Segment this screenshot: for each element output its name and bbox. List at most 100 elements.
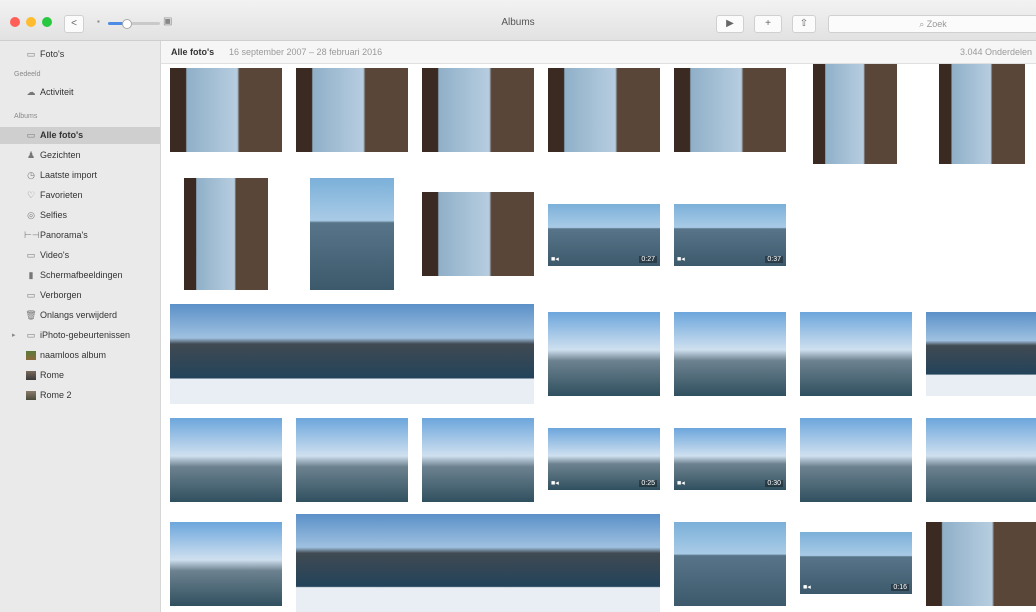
photo-thumbnail[interactable]	[674, 312, 786, 396]
video-duration: 0:16	[891, 584, 909, 591]
sidebar-item-label: Panorama's	[40, 230, 88, 240]
sidebar-item-videos[interactable]: ▭ Video's	[0, 247, 160, 264]
page-title: Alle foto's	[171, 47, 215, 57]
search-field[interactable]: ⌕ Zoek	[828, 15, 1036, 33]
play-icon: ▶	[726, 18, 734, 29]
sidebar: ▭ Foto's Gedeeld ☁ Activiteit Albums ▭ A…	[0, 41, 161, 612]
search-placeholder: Zoek	[926, 19, 947, 29]
sidebar-item-label: naamloos album	[40, 350, 107, 360]
video-thumbnail[interactable]: ■◂ 0:25	[548, 428, 660, 490]
sidebar-item-label: Laatste import	[40, 170, 98, 180]
photo-thumbnail[interactable]	[422, 68, 534, 152]
video-camera-icon: ■◂	[551, 256, 559, 263]
panorama-thumbnail[interactable]	[170, 304, 534, 404]
add-button[interactable]: +	[754, 15, 782, 33]
photo-thumbnail[interactable]	[813, 64, 897, 164]
folder-icon: ▭	[26, 330, 36, 340]
video-thumbnail[interactable]: ■◂ 0:27	[548, 204, 660, 266]
trash-icon: 🗑	[25, 310, 37, 320]
photo-thumbnail[interactable]	[170, 418, 282, 502]
video-thumbnail[interactable]: ■◂ 0:16	[800, 532, 912, 594]
photo-thumbnail[interactable]	[674, 522, 786, 606]
photo-thumbnail[interactable]	[296, 68, 408, 152]
sidebar-item-faces[interactable]: ♟ Gezichten	[0, 147, 160, 164]
photo-thumbnail[interactable]	[800, 312, 912, 396]
photo-thumbnail[interactable]	[926, 312, 1036, 396]
photo-thumbnail[interactable]	[800, 418, 912, 502]
photo-thumbnail[interactable]	[548, 68, 660, 152]
sidebar-item-rome[interactable]: Rome	[0, 367, 160, 384]
photo-thumbnail[interactable]	[939, 64, 1025, 164]
section-header-shared: Gedeeld	[14, 71, 41, 78]
photos-icon: ▭	[26, 49, 36, 59]
disclosure-triangle-icon[interactable]: ▸	[12, 327, 16, 344]
sidebar-item-label: Rome	[40, 370, 65, 380]
sidebar-item-label: Onlangs verwijderd	[40, 310, 118, 320]
photo-thumbnail[interactable]	[184, 178, 268, 290]
photos-icon: ▭	[26, 130, 36, 140]
sidebar-item-label: Alle foto's	[40, 130, 84, 140]
cloud-icon: ☁	[26, 87, 36, 97]
video-duration: 0:27	[639, 256, 657, 263]
sidebar-item-label: Selfies	[40, 210, 68, 220]
phone-icon: ▮	[28, 270, 34, 280]
plus-icon: +	[765, 18, 771, 29]
video-camera-icon: ■◂	[677, 480, 685, 487]
panorama-thumbnail[interactable]	[296, 514, 660, 612]
video-camera-icon: ■◂	[551, 480, 559, 487]
photo-thumbnail[interactable]	[310, 178, 394, 290]
photo-thumbnail[interactable]	[926, 522, 1036, 606]
panorama-icon: ⊢⊣	[24, 230, 40, 240]
video-duration: 0:37	[765, 256, 783, 263]
sidebar-item-untitled-album[interactable]: naamloos album	[0, 347, 160, 364]
search-icon: ⌕	[919, 19, 927, 29]
album-icon	[24, 387, 38, 406]
sidebar-item-recently-deleted[interactable]: 🗑 Onlangs verwijderd	[0, 307, 160, 324]
sidebar-item-favorites[interactable]: ♡ Favorieten	[0, 187, 160, 204]
sidebar-item-label: Foto's	[40, 49, 65, 59]
sidebar-item-label: Gezichten	[40, 150, 81, 160]
sidebar-item-label: iPhoto-gebeurtenissen	[40, 330, 131, 340]
item-count: 3.044 Onderdelen	[959, 47, 1032, 57]
photo-thumbnail[interactable]	[926, 418, 1036, 502]
sidebar-item-panoramas[interactable]: ⊢⊣ Panorama's	[0, 227, 160, 244]
photo-thumbnail[interactable]	[422, 418, 534, 502]
hidden-icon: ▭	[26, 290, 36, 300]
sidebar-item-rome-2[interactable]: Rome 2	[0, 387, 160, 404]
photo-thumbnail[interactable]	[296, 418, 408, 502]
video-duration: 0:25	[639, 480, 657, 487]
sidebar-item-label: Schermafbeeldingen	[40, 270, 123, 280]
photo-thumbnail[interactable]	[170, 68, 282, 152]
sidebar-item-all-photos[interactable]: ▭ Alle foto's	[0, 127, 160, 144]
sidebar-item-selfies[interactable]: ◎ Selfies	[0, 207, 160, 224]
video-camera-icon: ■◂	[803, 584, 811, 591]
sidebar-item-label: Favorieten	[40, 190, 83, 200]
sidebar-item-iphoto-events[interactable]: ▸ ▭ iPhoto-gebeurtenissen	[0, 327, 160, 344]
video-icon: ▭	[26, 250, 36, 260]
sidebar-item-label: Activiteit	[40, 87, 74, 97]
sidebar-item-label: Video's	[40, 250, 70, 260]
sidebar-item-last-import[interactable]: ◷ Laatste import	[0, 167, 160, 184]
section-header-albums: Albums	[14, 113, 38, 120]
clock-icon: ◷	[27, 170, 35, 180]
sidebar-item-hidden[interactable]: ▭ Verborgen	[0, 287, 160, 304]
person-icon: ♟	[26, 150, 36, 160]
video-thumbnail[interactable]: ■◂ 0:37	[674, 204, 786, 266]
slideshow-button[interactable]: ▶	[716, 15, 744, 33]
sidebar-item-photos[interactable]: ▭ Foto's	[0, 46, 160, 63]
heart-icon: ♡	[26, 190, 36, 200]
video-thumbnail[interactable]: ■◂ 0:30	[674, 428, 786, 490]
photo-thumbnail[interactable]	[548, 312, 660, 396]
video-duration: 0:30	[765, 480, 783, 487]
photo-thumbnail[interactable]	[674, 68, 786, 152]
window-toolbar: < ▪ ▣ Albums ▶ + ⇧ ⌕ Zoek	[0, 0, 1036, 41]
sidebar-item-activity[interactable]: ☁ Activiteit	[0, 84, 160, 101]
sidebar-item-screenshots[interactable]: ▮ Schermafbeeldingen	[0, 267, 160, 284]
sidebar-item-label: Rome 2	[40, 390, 72, 400]
date-range: 16 september 2007 – 28 februari 2016	[229, 47, 383, 57]
photo-thumbnail[interactable]	[170, 522, 282, 606]
photo-thumbnail[interactable]	[422, 192, 534, 276]
share-icon: ⇧	[799, 18, 809, 29]
share-button[interactable]: ⇧	[792, 15, 816, 33]
content-header: Alle foto's 16 september 2007 – 28 febru…	[161, 41, 1036, 64]
